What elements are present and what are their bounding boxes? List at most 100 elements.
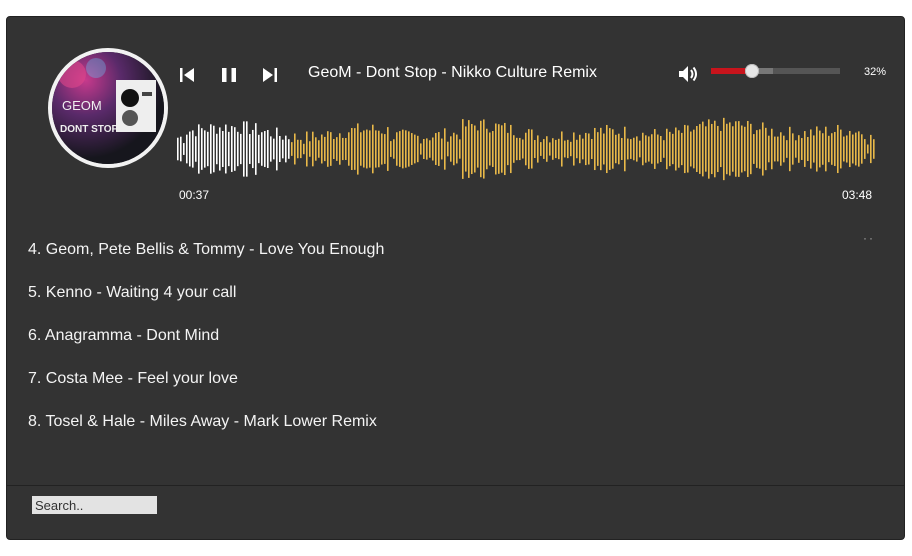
waveform-bar bbox=[414, 134, 416, 164]
waveform-bar bbox=[522, 139, 524, 159]
waveform-bar bbox=[261, 132, 263, 166]
waveform-bar bbox=[306, 131, 308, 167]
waveform-bar bbox=[345, 138, 347, 160]
playlist: 4. Geom, Pete Bellis & Tommy - Love You … bbox=[28, 233, 384, 448]
waveform-bar bbox=[231, 126, 233, 172]
waveform-bar bbox=[714, 120, 716, 178]
waveform-bar bbox=[534, 140, 536, 158]
waveform-bar bbox=[417, 135, 419, 163]
waveform-bar bbox=[561, 131, 563, 167]
waveform-bar bbox=[513, 135, 515, 163]
waveform-bar bbox=[339, 133, 341, 165]
waveform-bar bbox=[756, 130, 758, 168]
waveform-bar bbox=[393, 139, 395, 159]
skip-next-icon[interactable] bbox=[260, 65, 280, 85]
waveform-bar bbox=[816, 126, 818, 172]
waveform-bar bbox=[540, 142, 542, 156]
volume-icon[interactable] bbox=[677, 64, 699, 84]
skip-previous-icon[interactable] bbox=[177, 65, 197, 85]
waveform-bar bbox=[507, 132, 509, 166]
waveform-bar bbox=[642, 132, 644, 166]
waveform-bar bbox=[225, 124, 227, 174]
waveform-bar bbox=[780, 132, 782, 166]
waveform-bar bbox=[495, 123, 497, 175]
waveform-bar bbox=[765, 127, 767, 171]
waveform-bar bbox=[744, 126, 746, 172]
waveform-bar bbox=[447, 141, 449, 157]
waveform-bar bbox=[825, 126, 827, 172]
waveform-bar bbox=[267, 130, 269, 168]
waveform-bar bbox=[198, 124, 200, 174]
waveform-bar bbox=[861, 134, 863, 164]
search-input[interactable] bbox=[32, 496, 157, 514]
waveform-bar bbox=[603, 133, 605, 165]
waveform-bar bbox=[807, 136, 809, 162]
waveform-bar bbox=[684, 124, 686, 174]
waveform-bar bbox=[405, 130, 407, 168]
waveform-bar bbox=[567, 139, 569, 159]
waveform-bar bbox=[870, 134, 872, 164]
waveform-bar bbox=[705, 126, 707, 172]
waveform-bar bbox=[477, 130, 479, 168]
waveform-bar bbox=[648, 136, 650, 162]
waveform-bar bbox=[186, 134, 188, 164]
playlist-item[interactable]: 4. Geom, Pete Bellis & Tommy - Love You … bbox=[28, 233, 384, 276]
waveform-bar bbox=[774, 136, 776, 162]
waveform-bar bbox=[318, 140, 320, 158]
volume-handle[interactable] bbox=[745, 64, 760, 78]
waveform-bar bbox=[579, 134, 581, 164]
waveform-bar bbox=[501, 125, 503, 173]
waveform-seekbar[interactable] bbox=[177, 117, 877, 181]
waveform-bar bbox=[717, 125, 719, 173]
pause-icon[interactable] bbox=[219, 65, 239, 85]
playlist-item[interactable]: 5. Kenno - Waiting 4 your call bbox=[28, 276, 384, 319]
waveform-bar bbox=[777, 136, 779, 162]
waveform-bar bbox=[732, 126, 734, 172]
waveform-bar bbox=[723, 117, 725, 181]
waveform-bar bbox=[462, 119, 464, 179]
waveform-bar bbox=[366, 129, 368, 169]
waveform-bar bbox=[798, 135, 800, 163]
waveform-bar bbox=[297, 139, 299, 159]
waveform-bar bbox=[363, 130, 365, 168]
waveform-bar bbox=[330, 132, 332, 166]
waveform-bar bbox=[399, 131, 401, 167]
waveform-bar bbox=[855, 132, 857, 166]
waveform-bar bbox=[438, 132, 440, 166]
waveform-bar bbox=[510, 124, 512, 174]
playlist-item[interactable]: 8. Tosel & Hale - Miles Away - Mark Lowe… bbox=[28, 405, 384, 448]
waveform-bar bbox=[333, 138, 335, 160]
waveform-bar bbox=[867, 144, 869, 154]
waveform-bar bbox=[660, 135, 662, 163]
waveform-bar bbox=[627, 138, 629, 160]
waveform-bar bbox=[630, 139, 632, 159]
waveform-bar bbox=[264, 131, 266, 167]
playlist-item[interactable]: 7. Costa Mee - Feel your love bbox=[28, 362, 384, 405]
album-cover: GEOM DONT STOP bbox=[48, 48, 168, 168]
waveform-bar bbox=[450, 136, 452, 162]
waveform-bar bbox=[831, 133, 833, 165]
waveform-bar bbox=[750, 123, 752, 175]
waveform-bar bbox=[420, 143, 422, 155]
playlist-item[interactable]: 6. Anagramma - Dont Mind bbox=[28, 319, 384, 362]
waveform-bar bbox=[489, 132, 491, 166]
waveform-bar bbox=[369, 130, 371, 168]
volume-slider[interactable] bbox=[711, 64, 840, 78]
waveform-bar bbox=[324, 136, 326, 162]
waveform-bar bbox=[828, 135, 830, 163]
waveform-bar bbox=[585, 132, 587, 166]
waveform-bar bbox=[786, 140, 788, 158]
waveform-bar bbox=[216, 133, 218, 165]
waveform-bar bbox=[357, 123, 359, 175]
waveform-bar bbox=[255, 123, 257, 175]
waveform-bar bbox=[228, 131, 230, 167]
waveform-bar bbox=[444, 128, 446, 170]
more-options-icon[interactable]: ·· bbox=[863, 231, 875, 245]
waveform-bar bbox=[813, 135, 815, 163]
waveform-bar bbox=[633, 137, 635, 161]
waveform-bar bbox=[342, 137, 344, 161]
waveform-bar bbox=[693, 129, 695, 169]
waveform-bar bbox=[651, 134, 653, 164]
current-time: 00:37 bbox=[179, 188, 210, 202]
waveform-bar bbox=[654, 129, 656, 169]
